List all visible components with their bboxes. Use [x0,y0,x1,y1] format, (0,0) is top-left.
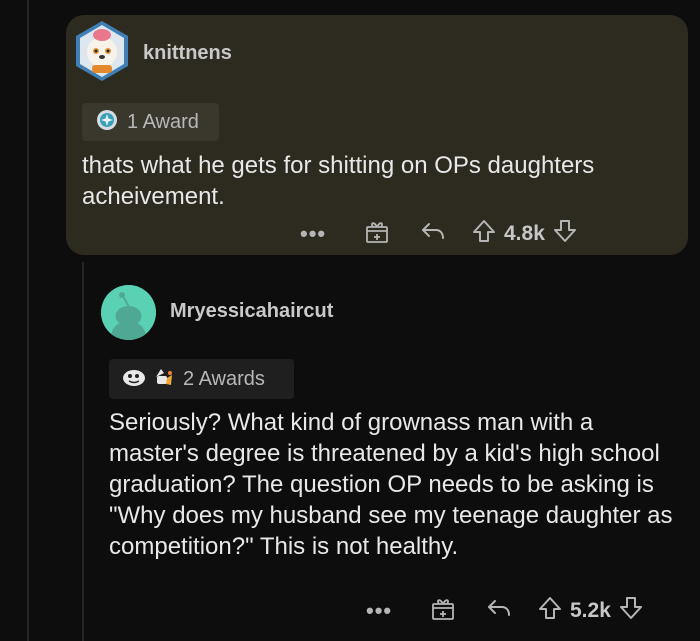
gift-icon[interactable] [430,595,456,626]
reply-icon[interactable] [486,597,512,624]
comment-actions: ••• 5.2k [366,595,643,626]
username[interactable]: knittnens [143,42,232,65]
avatar[interactable] [70,19,134,83]
awards-chip[interactable]: 1 Award [82,103,219,141]
award-icon [96,109,118,136]
awards-chip[interactable]: 2 Awards [109,359,294,399]
awards-label: 1 Award [127,110,199,133]
comment-body: Seriously? What kind of grownass man wit… [109,409,673,560]
downvote-icon[interactable] [619,596,643,625]
score: 5.2k [570,598,611,622]
awards-label: 2 Awards [183,367,265,390]
downvote-icon[interactable] [553,219,577,248]
award-icon [121,366,147,393]
more-icon[interactable]: ••• [366,598,402,624]
avatar[interactable] [101,285,156,340]
upvote-icon[interactable] [538,596,562,625]
more-icon[interactable]: ••• [300,221,336,247]
comment-actions: ••• 4.8k [300,218,577,249]
thread-line[interactable] [82,262,84,641]
score: 4.8k [504,221,545,245]
upvote-icon[interactable] [472,219,496,248]
comment-thread: knittnens 1 Award thats what he gets for… [0,0,700,641]
reply-icon[interactable] [420,220,446,247]
comment-body: thats what he gets for shitting on OPs d… [82,152,595,210]
username[interactable]: Mryessicahaircut [170,300,333,323]
award-icon [151,365,175,394]
gift-icon[interactable] [364,218,390,249]
thread-line[interactable] [27,0,29,641]
